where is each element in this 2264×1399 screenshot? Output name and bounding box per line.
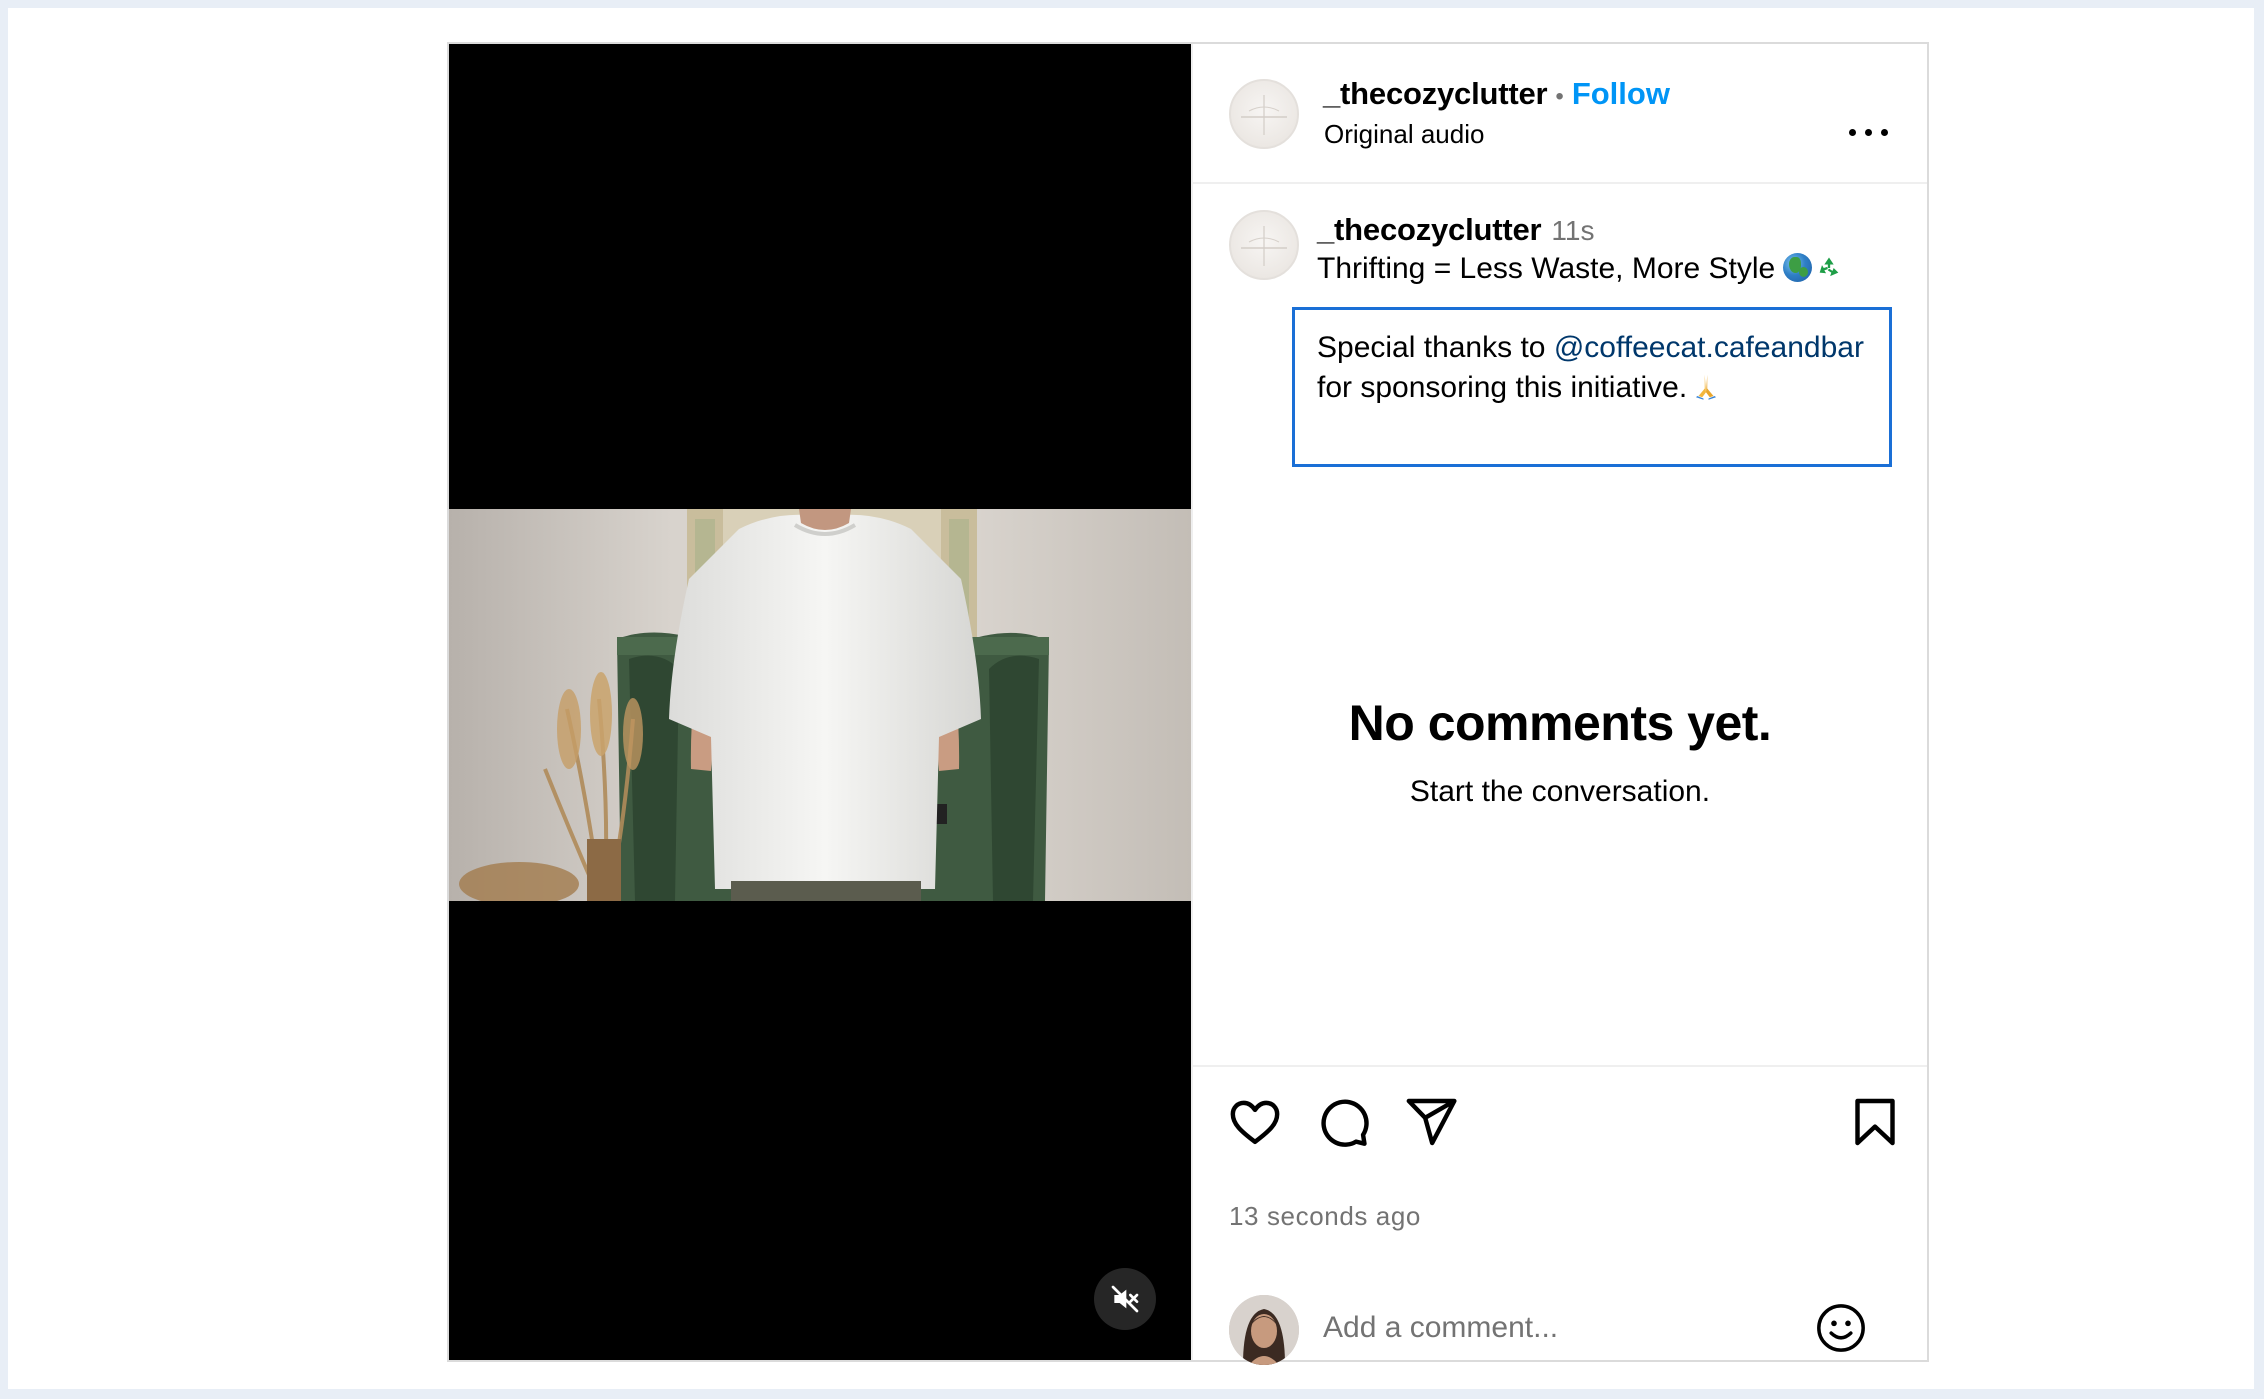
user-photo-image [1229,1295,1299,1365]
caption-time[interactable]: 11s [1551,215,1594,246]
author-username[interactable]: _thecozyclutter [1323,76,1548,111]
empty-comments-title: No comments yet. [1348,695,1772,751]
video-still-image [449,509,1191,901]
emoji-icon [1817,1304,1865,1352]
bookmark-icon [1855,1098,1895,1146]
add-comment-row [1193,1252,1927,1365]
page: _thecozyclutter • Follow Original audio [8,8,2254,1389]
caption-body: Special thanks to @coffeecat.cafeandbar … [1317,328,1877,408]
caption-text: Thrifting = Less Waste, More Style [1317,252,1776,285]
folded-hands-emoji-icon [1696,374,1717,400]
caption-first-line: Thrifting = Less Waste, More Style [1317,252,1843,286]
cozy-clutter-logo-icon [1241,95,1287,135]
cozy-clutter-logo-icon [1241,226,1287,266]
send-icon [1406,1098,1457,1146]
post-header: _thecozyclutter • Follow Original audio [1193,44,1927,184]
more-options-button[interactable] [1847,124,1891,140]
speaker-muted-icon [1111,1285,1139,1313]
comment-input[interactable] [1323,1306,1803,1350]
caption-username[interactable]: _thecozyclutter [1317,212,1542,247]
actions-divider [1193,1065,1927,1067]
comment-button[interactable] [1315,1094,1375,1154]
mute-toggle-button[interactable] [1094,1268,1156,1330]
more-horizontal-icon [1849,129,1856,136]
emoji-picker-button[interactable] [1813,1300,1869,1356]
empty-comments-subtitle: Start the conversation. [1409,775,1711,808]
heart-icon [1230,1100,1280,1145]
video-frame [449,509,1191,901]
caption-header: _thecozyclutter 11s [1317,212,1594,248]
separator-dot: • [1555,83,1564,110]
current-user-avatar[interactable] [1229,1295,1299,1365]
recycle-emoji-icon [1817,256,1841,280]
caption-body-prefix: Special thanks to [1317,331,1546,364]
author-avatar[interactable] [1229,79,1299,149]
header-title-line: _thecozyclutter • Follow [1323,76,1670,112]
comment-icon [1321,1099,1369,1147]
post-timestamp[interactable]: 13 seconds ago [1229,1201,1421,1232]
caption-author-avatar[interactable] [1229,210,1299,280]
like-button[interactable] [1227,1094,1287,1154]
post-dialog: _thecozyclutter • Follow Original audio [447,42,1929,1365]
caption-body-suffix: for sponsoring this initiative. [1317,371,1688,404]
mention-link[interactable]: @coffeecat.cafeandbar [1554,331,1864,364]
save-button[interactable] [1847,1094,1907,1154]
follow-button[interactable]: Follow [1572,76,1670,111]
globe-emoji-icon [1783,253,1813,282]
post-details-panel: _thecozyclutter • Follow Original audio [1191,44,1927,1365]
audio-label[interactable]: Original audio [1324,119,1484,150]
reel-video[interactable] [449,44,1191,1360]
share-button[interactable] [1403,1094,1463,1154]
